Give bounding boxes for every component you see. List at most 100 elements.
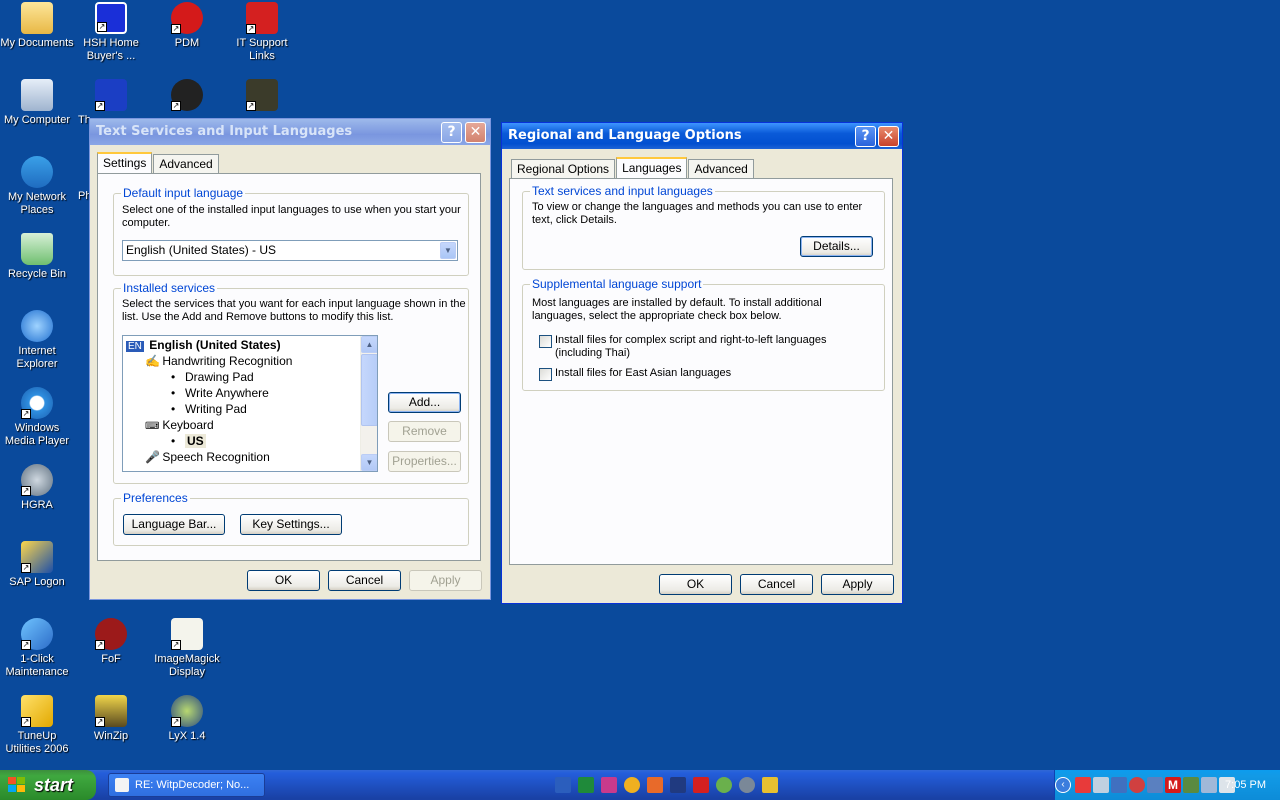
help-button[interactable]: ? bbox=[855, 126, 876, 147]
details-button[interactable]: Details... bbox=[800, 236, 873, 257]
desktop-icon-my-documents[interactable]: My Documents bbox=[0, 2, 74, 50]
desktop-icon-it-support[interactable]: ↗ IT Support Links bbox=[225, 2, 299, 63]
clock-app-icon[interactable] bbox=[624, 777, 640, 793]
regional-titlebar[interactable]: Regional and Language Options ? ✕ bbox=[502, 123, 902, 149]
drawing-pad-label: Drawing Pad bbox=[185, 370, 254, 384]
desktop-icon-pdm[interactable]: ↗ PDM bbox=[150, 2, 224, 50]
start-label: start bbox=[34, 775, 74, 795]
desktop-icon-sap-logon[interactable]: ↗ SAP Logon bbox=[0, 541, 74, 589]
computer-icon bbox=[21, 79, 53, 111]
tuneup-icon: ↗ bbox=[21, 695, 53, 727]
default-language-desc: Select one of the installed input langua… bbox=[122, 204, 461, 229]
complex-script-checkbox[interactable] bbox=[539, 335, 552, 348]
signal-icon[interactable] bbox=[1201, 777, 1217, 793]
support-app-icon[interactable] bbox=[693, 777, 709, 793]
lyx-quick-icon[interactable] bbox=[716, 777, 732, 793]
cancel-button[interactable]: Cancel bbox=[328, 570, 401, 591]
installed-services-legend: Installed services bbox=[121, 281, 218, 295]
lyx-icon: ↗ bbox=[171, 695, 203, 727]
apply-button[interactable]: Apply bbox=[821, 574, 894, 595]
language-bar-button[interactable]: Language Bar... bbox=[123, 514, 225, 535]
list-item[interactable]: EN English (United States) bbox=[126, 338, 281, 352]
preferences-legend: Preferences bbox=[121, 491, 190, 505]
desktop-icon-tank[interactable]: ↗ bbox=[225, 79, 299, 114]
desktop-icon-internet-explorer[interactable]: Internet Explorer bbox=[0, 310, 74, 371]
desktop-icon-tuneup[interactable]: ↗ TuneUp Utilities 2006 bbox=[0, 695, 74, 756]
desktop-icon-cat[interactable]: ↗ bbox=[150, 79, 224, 114]
desktop-icon-media-player[interactable]: ↗ Windows Media Player bbox=[0, 387, 74, 448]
ok-button[interactable]: OK bbox=[659, 574, 732, 595]
flag-app-icon[interactable] bbox=[670, 777, 686, 793]
folder-quick-icon[interactable] bbox=[762, 777, 778, 793]
hsh-icon: ↗ bbox=[95, 2, 127, 34]
desktop-icon-winzip[interactable]: ↗ WinZip bbox=[74, 695, 148, 743]
network-tray-icon[interactable] bbox=[1093, 777, 1109, 793]
desktop-icon-fof[interactable]: ↗ FoF bbox=[74, 618, 148, 666]
fof-icon: ↗ bbox=[95, 618, 127, 650]
installed-services-desc: Select the services that you want for ea… bbox=[122, 298, 466, 323]
help-button[interactable]: ? bbox=[441, 122, 462, 143]
scroll-down-icon[interactable]: ▼ bbox=[361, 454, 377, 471]
tank-icon: ↗ bbox=[246, 79, 278, 111]
installed-services-list[interactable]: EN English (United States) ✍ Handwriting… bbox=[122, 335, 378, 472]
scroll-thumb[interactable] bbox=[361, 354, 377, 426]
desktop-icon-1-click[interactable]: ↗ 1-Click Maintenance bbox=[0, 618, 74, 679]
tab-advanced[interactable]: Advanced bbox=[688, 159, 754, 178]
chevron-left-icon[interactable]: ‹ bbox=[1055, 777, 1071, 793]
properties-button[interactable]: Properties... bbox=[388, 451, 461, 472]
taskbar-item-email[interactable]: RE: WitpDecoder; No... bbox=[108, 773, 265, 797]
key-settings-button[interactable]: Key Settings... bbox=[240, 514, 342, 535]
tab-regional-options[interactable]: Regional Options bbox=[511, 159, 616, 178]
remove-button[interactable]: Remove bbox=[388, 421, 461, 442]
pdm-icon: ↗ bbox=[171, 2, 203, 34]
start-button[interactable]: start bbox=[0, 770, 96, 800]
mcafee-icon[interactable]: M bbox=[1165, 777, 1181, 793]
desktop-icon-network-places[interactable]: My Network Places bbox=[0, 156, 74, 217]
tray-update-icon[interactable] bbox=[1147, 777, 1163, 793]
east-asian-checkbox[interactable] bbox=[539, 368, 552, 381]
dialog-title: Regional and Language Options bbox=[508, 128, 742, 143]
tray-app-icon[interactable] bbox=[1075, 777, 1091, 793]
tray-app-2-icon[interactable] bbox=[1183, 777, 1199, 793]
list-scrollbar[interactable]: ▲ ▼ bbox=[360, 336, 377, 471]
close-button[interactable]: ✕ bbox=[878, 126, 899, 147]
list-item[interactable]: ⌨ Keyboard bbox=[145, 418, 214, 432]
apply-button[interactable]: Apply bbox=[409, 570, 482, 591]
bullet-icon: • bbox=[171, 370, 176, 384]
publisher-icon[interactable] bbox=[601, 777, 617, 793]
excel-icon[interactable] bbox=[578, 777, 594, 793]
writing-pad-label: Writing Pad bbox=[185, 402, 247, 416]
tab-settings[interactable]: Settings bbox=[97, 152, 153, 173]
list-item[interactable]: ✍ Handwriting Recognition bbox=[145, 354, 292, 368]
default-language-select[interactable]: English (United States) - US ▼ bbox=[122, 240, 458, 261]
desktop-icon-hsh[interactable]: ↗ HSH Home Buyer's ... bbox=[74, 2, 148, 63]
word-icon[interactable] bbox=[555, 777, 571, 793]
hgra-quick-icon[interactable] bbox=[739, 777, 755, 793]
regional-dialog: Regional and Language Options ? ✕ Region… bbox=[501, 122, 903, 604]
desktop-icon-lyx[interactable]: ↗ LyX 1.4 bbox=[150, 695, 224, 743]
list-item[interactable]: 🎤 Speech Recognition bbox=[145, 450, 270, 464]
outlook-icon[interactable] bbox=[647, 777, 663, 793]
ok-button[interactable]: OK bbox=[247, 570, 320, 591]
clock[interactable]: 7:05 PM bbox=[1225, 770, 1266, 800]
add-button[interactable]: Add... bbox=[388, 392, 461, 413]
tab-languages[interactable]: Languages bbox=[616, 157, 688, 178]
text-services-titlebar[interactable]: Text Services and Input Languages ? ✕ bbox=[90, 119, 490, 145]
tray-display-icon[interactable] bbox=[1111, 777, 1127, 793]
cancel-button[interactable]: Cancel bbox=[740, 574, 813, 595]
chevron-down-icon[interactable]: ▼ bbox=[440, 242, 456, 259]
write-anywhere-label: Write Anywhere bbox=[185, 386, 269, 400]
desktop-icon-my-computer[interactable]: My Computer bbox=[0, 79, 74, 127]
list-item[interactable]: • Drawing Pad bbox=[171, 370, 254, 384]
close-button[interactable]: ✕ bbox=[465, 122, 486, 143]
list-item[interactable]: • Writing Pad bbox=[171, 402, 247, 416]
list-item[interactable]: • US bbox=[171, 434, 206, 448]
tab-advanced[interactable]: Advanced bbox=[153, 154, 219, 173]
list-item[interactable]: • Write Anywhere bbox=[171, 386, 269, 400]
desktop-icon-hgra[interactable]: ↗ HGRA bbox=[0, 464, 74, 512]
scroll-up-icon[interactable]: ▲ bbox=[361, 336, 377, 353]
desktop-icon-imagemagick[interactable]: ↗ ImageMagick Display bbox=[150, 618, 224, 679]
language-name: English (United States) bbox=[149, 338, 281, 352]
antivirus-icon[interactable] bbox=[1129, 777, 1145, 793]
desktop-icon-recycle-bin[interactable]: Recycle Bin bbox=[0, 233, 74, 281]
